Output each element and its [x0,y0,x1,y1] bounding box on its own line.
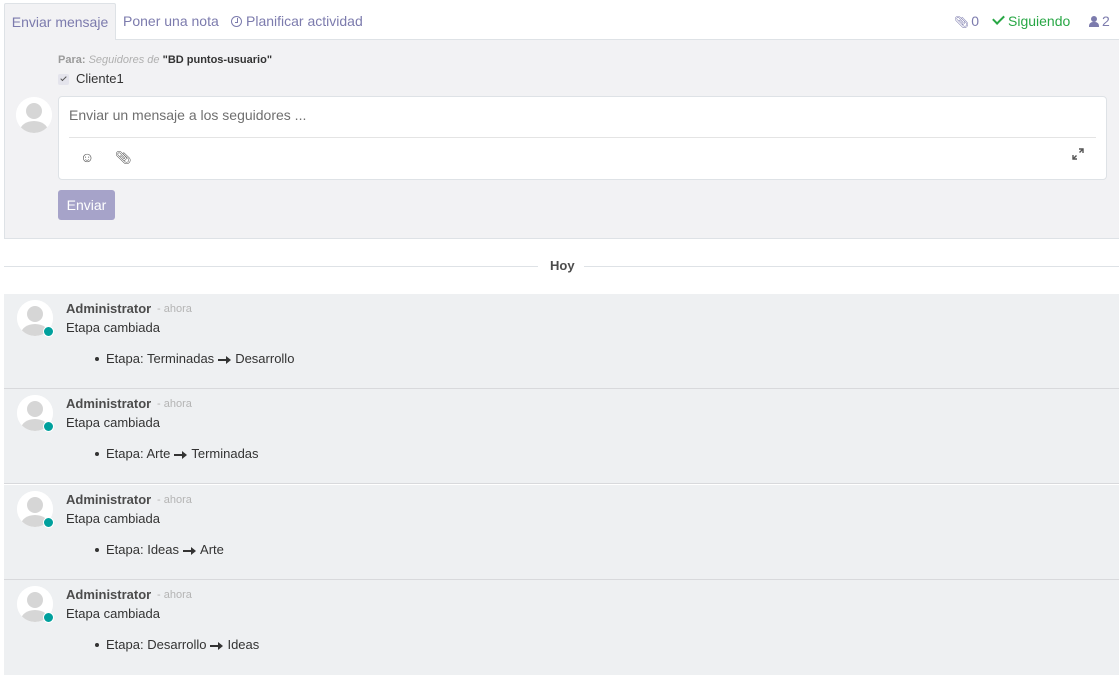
arrow-right-icon [210,641,224,650]
message-input[interactable]: Enviar un mensaje a los seguidores ... [69,107,306,123]
followers-count: 2 [1102,13,1110,29]
attachments-count: 0 [971,13,980,29]
attachments-button[interactable]: 📎︎ 0 [954,13,979,29]
message-author[interactable]: Administrator [66,587,151,602]
avatar [16,97,52,133]
emoji-icon[interactable]: ☺︎ [80,149,94,165]
arrow-right-icon [218,355,232,364]
message-date: - ahora [157,303,192,315]
tracking-field: Etapa: [106,542,144,557]
paperclip-icon: 📎︎ [954,15,970,29]
tab-schedule-activity[interactable]: Planificar actividad [231,3,363,40]
recipients-line: Para: Seguidores de "BD puntos-usuario" [58,54,272,66]
record-name: "BD puntos-usuario" [162,54,273,66]
divider [69,137,1096,138]
message-item: Administrator - ahora Etapa cambiada Eta… [4,485,1119,580]
message-author[interactable]: Administrator [66,492,151,507]
tab-schedule-activity-label: Planificar actividad [246,13,363,29]
message-author[interactable]: Administrator [66,396,151,411]
user-icon [1089,16,1099,27]
expand-icon[interactable] [1072,148,1084,160]
message-box: Enviar un mensaje a los seguidores ... ☺… [58,96,1107,180]
tab-send-message[interactable]: Enviar mensaje [4,3,116,41]
chatter-topbar: Enviar mensaje Poner una nota Planificar… [4,0,1119,41]
message-subject: Etapa cambiada [66,511,160,526]
tracking-old-value: Ideas [147,542,180,557]
tracking-old-value: Terminadas [146,351,215,366]
followers-button[interactable]: 2 [1089,13,1110,29]
followers-of-text: Seguidores de [88,54,160,66]
avatar[interactable] [17,491,54,528]
tracking-field: Etapa: [106,351,144,366]
divider [4,266,538,267]
paperclip-icon[interactable]: 📎︎ [115,150,132,166]
message-author[interactable]: Administrator [66,301,151,316]
divider [584,266,1119,267]
tracking-new-value: Arte [200,542,224,557]
tracking-old-value: Arte [146,446,171,461]
tracking-field: Etapa: [106,446,144,461]
message-date: - ahora [157,494,192,506]
send-button[interactable]: Enviar [58,190,115,220]
message-subject: Etapa cambiada [66,415,160,430]
clock-icon [231,16,242,27]
message-date: - ahora [157,398,192,410]
tracking-value: Etapa: Terminadas Desarrollo [95,351,294,366]
avatar[interactable] [17,300,54,337]
presence-indicator [43,421,54,432]
tracking-new-value: Terminadas [191,446,259,461]
message-item: Administrator - ahora Etapa cambiada Eta… [4,389,1119,484]
recipient-checkbox[interactable]: Cliente1 [58,71,124,86]
tracking-new-value: Ideas [227,637,260,652]
checkbox-icon[interactable] [58,74,69,85]
message-composer: Para: Seguidores de "BD puntos-usuario" … [4,40,1119,239]
following-label: Siguiendo [1008,13,1071,29]
message-item: Administrator - ahora Etapa cambiada Eta… [4,580,1119,675]
check-icon [992,12,1005,25]
arrow-right-icon [183,546,197,555]
tab-log-note[interactable]: Poner una nota [123,3,219,40]
date-separator-label: Hoy [550,258,575,273]
tracking-old-value: Desarrollo [147,637,207,652]
message-item: Administrator - ahora Etapa cambiada Eta… [4,294,1119,389]
tracking-value: Etapa: Ideas Arte [95,542,224,557]
recipient-name: Cliente1 [76,71,124,86]
presence-indicator [43,612,54,623]
tab-send-message-label: Enviar mensaje [11,14,109,30]
tab-log-note-label: Poner una nota [123,13,219,29]
tracking-new-value: Desarrollo [235,351,295,366]
presence-indicator [43,517,54,528]
date-separator: Hoy [4,256,1119,276]
message-date: - ahora [157,589,192,601]
arrow-right-icon [174,450,188,459]
to-label: Para: [58,54,86,66]
tracking-value: Etapa: Desarrollo Ideas [95,637,259,652]
avatar[interactable] [17,586,54,623]
message-subject: Etapa cambiada [66,606,160,621]
following-button[interactable]: Siguiendo [992,12,1071,29]
tracking-field: Etapa: [106,637,144,652]
user-avatar-icon [16,97,52,133]
message-subject: Etapa cambiada [66,320,160,335]
presence-indicator [43,326,54,337]
avatar[interactable] [17,395,54,432]
tracking-value: Etapa: Arte Terminadas [95,446,259,461]
